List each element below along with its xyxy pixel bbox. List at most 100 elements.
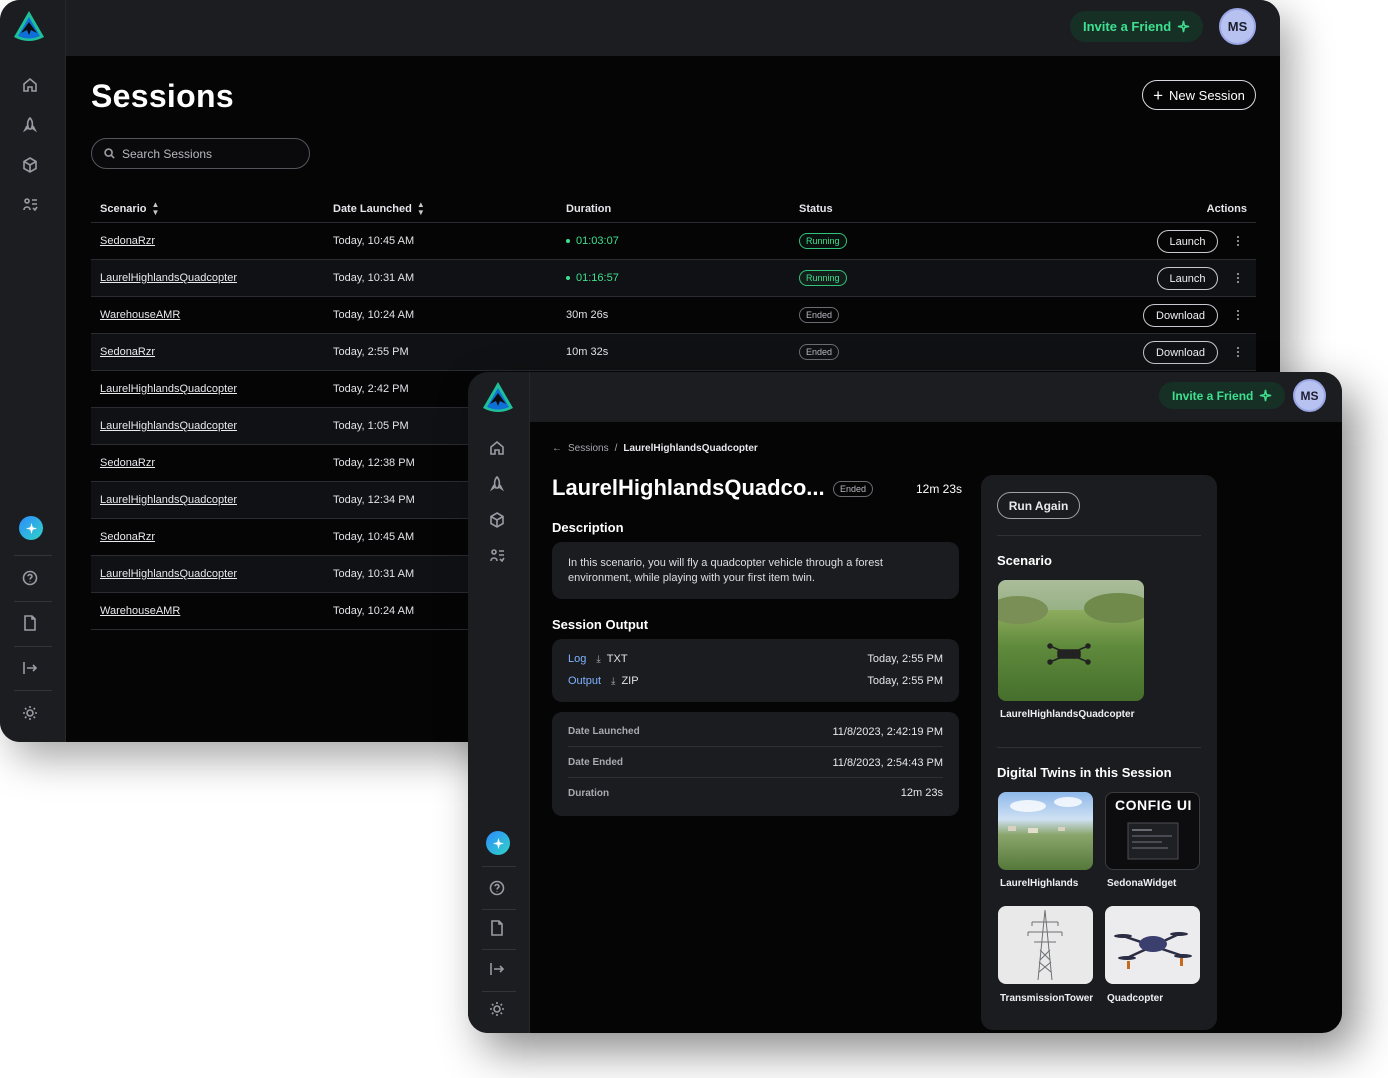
scenario-thumbnail[interactable] bbox=[998, 580, 1144, 701]
theme-icon[interactable] bbox=[21, 704, 39, 722]
download-button[interactable]: Download bbox=[1143, 304, 1218, 327]
launch-button[interactable]: Launch bbox=[1157, 267, 1218, 290]
sort-icon: ▲ ▼ bbox=[151, 199, 160, 217]
rocket-icon[interactable] bbox=[488, 475, 506, 493]
date-cell: Today, 10:24 AM bbox=[333, 605, 415, 617]
scenario-link[interactable]: SedonaRzr bbox=[100, 445, 155, 481]
output-link[interactable]: Log bbox=[568, 653, 586, 665]
date-cell: Today, 10:45 AM bbox=[333, 531, 415, 543]
theme-icon[interactable] bbox=[488, 1000, 506, 1018]
back-arrow-icon[interactable]: ← bbox=[552, 443, 562, 454]
session-title: LaurelHighlandsQuadco... bbox=[552, 475, 825, 500]
kebab-icon[interactable] bbox=[1233, 269, 1243, 287]
duration-cell: 30m 26s bbox=[566, 309, 609, 321]
avatar[interactable]: MS bbox=[1219, 8, 1256, 45]
kebab-icon[interactable] bbox=[1233, 343, 1243, 361]
output-ext: ZIP bbox=[621, 675, 639, 687]
column-label: Scenario bbox=[100, 202, 147, 215]
twin-thumbnail[interactable]: CONFIG UI bbox=[1105, 792, 1200, 870]
status-badge: Ended bbox=[833, 481, 874, 497]
duration-cell: 01:03:07 bbox=[566, 223, 619, 259]
transmission-tower-image bbox=[1027, 909, 1063, 981]
logout-icon[interactable] bbox=[488, 960, 506, 978]
help-icon[interactable] bbox=[488, 879, 506, 897]
breadcrumb-separator: / bbox=[614, 443, 618, 454]
scenario-link[interactable]: WarehouseAMR bbox=[100, 297, 180, 333]
avatar[interactable]: MS bbox=[1293, 379, 1326, 412]
home-icon[interactable] bbox=[488, 439, 506, 457]
scenario-link[interactable]: LaurelHighlandsQuadcopter bbox=[100, 260, 237, 296]
scenario-link[interactable]: LaurelHighlandsQuadcopter bbox=[100, 556, 237, 592]
column-label: Status bbox=[799, 202, 833, 215]
document-icon[interactable] bbox=[21, 614, 39, 632]
launch-button[interactable]: Launch bbox=[1157, 230, 1218, 253]
sessions-icon[interactable] bbox=[488, 547, 506, 565]
search-input[interactable] bbox=[122, 146, 302, 161]
scenario-link[interactable]: SedonaRzr bbox=[100, 223, 155, 259]
sidebar-divider bbox=[482, 909, 516, 910]
breadcrumb-parent[interactable]: Sessions bbox=[568, 443, 609, 454]
rocket-icon[interactable] bbox=[21, 116, 39, 134]
column-header-scenario[interactable]: Scenario ▲ ▼ bbox=[100, 195, 159, 222]
table-row: SedonaRzr Today, 10:45 AM 01:03:07 Runni… bbox=[91, 223, 1256, 260]
topbar: Invite a Friend MS bbox=[66, 0, 1280, 56]
output-link[interactable]: Output bbox=[568, 675, 601, 687]
table-row: SedonaRzr Today, 2:55 PM 10m 32s Ended D… bbox=[91, 334, 1256, 371]
invite-label: Invite a Friend bbox=[1083, 19, 1172, 34]
logout-icon[interactable] bbox=[21, 659, 39, 677]
twin-thumbnail[interactable] bbox=[1105, 906, 1200, 984]
twin-thumbnail[interactable] bbox=[998, 792, 1093, 870]
scenario-link[interactable]: SedonaRzr bbox=[100, 519, 155, 555]
session-output-heading: Session Output bbox=[552, 617, 649, 632]
download-button[interactable]: Download bbox=[1143, 341, 1218, 364]
kebab-icon[interactable] bbox=[1233, 232, 1243, 250]
duration-value: 01:16:57 bbox=[576, 272, 619, 284]
cube-icon[interactable] bbox=[21, 156, 39, 174]
scenario-link[interactable]: SedonaRzr bbox=[100, 334, 155, 370]
column-label: Duration bbox=[566, 202, 612, 215]
invite-label: Invite a Friend bbox=[1172, 388, 1254, 403]
sidebar bbox=[468, 372, 530, 1033]
new-session-button[interactable]: + New Session bbox=[1142, 80, 1256, 110]
column-label: Date Launched bbox=[333, 202, 412, 215]
scenario-link[interactable]: LaurelHighlandsQuadcopter bbox=[100, 482, 237, 518]
session-output-card: Log ⤓ TXT Today, 2:55 PM Output ⤓ ZIP To… bbox=[552, 639, 959, 702]
page-title: Sessions bbox=[91, 78, 234, 114]
sparkle-icon bbox=[1177, 20, 1190, 33]
ai-sparkle-icon[interactable] bbox=[19, 516, 43, 540]
scenario-link[interactable]: LaurelHighlandsQuadcopter bbox=[100, 371, 237, 407]
logo-icon[interactable] bbox=[11, 9, 47, 45]
duration-cell: 01:16:57 bbox=[566, 260, 619, 296]
column-header-status: Status bbox=[799, 195, 833, 222]
scenario-link[interactable]: WarehouseAMR bbox=[100, 593, 180, 629]
column-header-date[interactable]: Date Launched ▲ ▼ bbox=[333, 195, 425, 222]
logo-icon[interactable] bbox=[480, 380, 516, 416]
home-icon[interactable] bbox=[21, 76, 39, 94]
sidebar-divider bbox=[14, 601, 52, 602]
sessions-icon[interactable] bbox=[21, 196, 39, 214]
output-row: Output ⤓ ZIP Today, 2:55 PM bbox=[568, 672, 943, 690]
status-cell: Ended bbox=[799, 297, 840, 333]
sidebar-divider bbox=[482, 991, 516, 992]
cube-icon[interactable] bbox=[488, 511, 506, 529]
kebab-icon[interactable] bbox=[1233, 306, 1243, 324]
help-icon[interactable] bbox=[21, 569, 39, 587]
ai-sparkle-icon[interactable] bbox=[486, 831, 510, 855]
run-again-button[interactable]: Run Again bbox=[997, 492, 1080, 519]
status-cell: Running bbox=[799, 260, 847, 296]
twin-thumbnail[interactable] bbox=[998, 906, 1093, 984]
plus-icon: + bbox=[1153, 85, 1164, 105]
invite-friend-button[interactable]: Invite a Friend bbox=[1070, 11, 1204, 42]
scenario-link[interactable]: LaurelHighlandsQuadcopter bbox=[100, 408, 237, 444]
column-label: Actions bbox=[1206, 202, 1247, 215]
meta-row: Date Ended 11/8/2023, 2:54:43 PM bbox=[568, 748, 943, 778]
date-cell: Today, 10:31 AM bbox=[333, 272, 415, 284]
download-icon[interactable]: ⤓ bbox=[596, 654, 600, 665]
description-heading: Description bbox=[552, 520, 624, 535]
column-header-duration: Duration bbox=[566, 195, 611, 222]
invite-friend-button[interactable]: Invite a Friend bbox=[1159, 382, 1286, 409]
table-row: LaurelHighlandsQuadcopter Today, 10:31 A… bbox=[91, 260, 1256, 297]
document-icon[interactable] bbox=[488, 919, 506, 937]
twin-thumb-text: CONFIG UI bbox=[1115, 797, 1192, 813]
download-icon[interactable]: ⤓ bbox=[611, 676, 615, 687]
